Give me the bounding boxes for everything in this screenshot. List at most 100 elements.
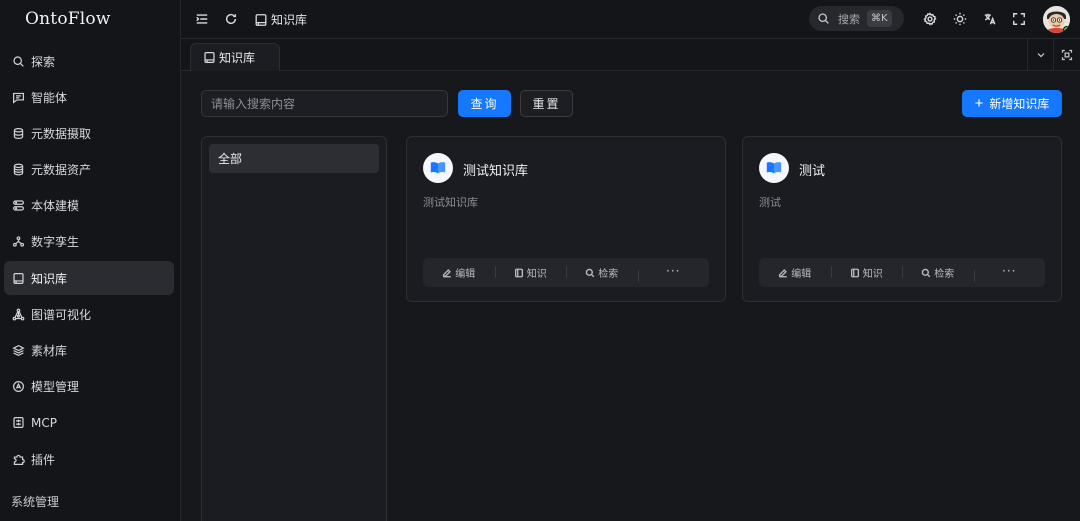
book-icon: [850, 268, 859, 277]
card-retrieve-label: 检索: [934, 269, 955, 280]
sidebar-item-plugins[interactable]: 插件: [4, 442, 174, 476]
online-status-dot: [1063, 26, 1070, 33]
card-knowledge-button[interactable]: 知识: [494, 265, 567, 280]
edit-icon: [443, 268, 452, 277]
open-book-icon: [759, 153, 789, 183]
card-retrieve-button[interactable]: 检索: [902, 265, 974, 280]
menu-fold-icon: [196, 14, 208, 24]
model-icon: [11, 380, 25, 394]
card-retrieve-button[interactable]: 检索: [566, 265, 638, 280]
refresh-button[interactable]: [223, 11, 239, 27]
tab-knowledge-base[interactable]: 知识库: [190, 43, 280, 71]
sidebar-item-digital-twin[interactable]: 数字孪生: [4, 225, 174, 259]
card-more-button[interactable]: ···: [973, 265, 1046, 282]
tab-maximize-button[interactable]: [1053, 39, 1079, 71]
server-icon: [11, 416, 25, 430]
sidebar-item-label: 本体建模: [31, 199, 80, 214]
sidebar-item-materials[interactable]: 素材库: [4, 334, 174, 368]
search-icon: [11, 54, 25, 68]
user-avatar[interactable]: [1043, 6, 1070, 33]
sidebar-item-graph-visualization[interactable]: 图谱可视化: [4, 297, 174, 331]
card-edit-label: 编辑: [791, 269, 812, 280]
knowledge-base-card[interactable]: 测试 测试 编辑 知识 检索 ···: [742, 136, 1062, 302]
card-more-button[interactable]: ···: [637, 265, 710, 282]
more-icon: ···: [666, 263, 681, 278]
message-square-icon: [11, 90, 25, 104]
global-search-label: 搜索: [838, 12, 860, 26]
puzzle-icon: [11, 452, 25, 466]
book-icon: [255, 13, 267, 26]
refresh-icon: [225, 13, 237, 25]
card-action-bar: 编辑 知识 检索 ···: [423, 258, 709, 287]
top-header: 知识库 搜索 ⌘K: [181, 0, 1080, 39]
sidebar-item-metadata-assets[interactable]: 元数据资产: [4, 153, 174, 187]
category-item-all[interactable]: 全部: [209, 144, 379, 173]
card-retrieve-label: 检索: [598, 269, 619, 280]
gear-icon: [923, 12, 937, 26]
search-shortcut-badge: ⌘K: [867, 10, 892, 27]
database-icon: [11, 163, 25, 177]
sidebar-item-model-management[interactable]: 模型管理: [4, 370, 174, 404]
card-action-bar: 编辑 知识 检索 ···: [759, 258, 1045, 287]
focus-frame-icon: [1061, 49, 1072, 61]
menu-toggle-button[interactable]: [194, 11, 210, 27]
add-knowledge-base-label: 新增知识库: [989, 97, 1050, 111]
sidebar-item-label: 插件: [31, 452, 56, 467]
sidebar-item-label: 智能体: [31, 90, 68, 105]
sidebar: OntoFlow 探索 智能体 元数据摄取 元数据资产 本体建模 数字孪生 知识…: [0, 0, 181, 521]
global-search-button[interactable]: 搜索 ⌘K: [809, 6, 904, 31]
sidebar-item-label: 数字孪生: [31, 235, 80, 250]
edit-icon: [779, 268, 788, 277]
card-description: 测试知识库: [423, 196, 478, 209]
knowledge-base-card[interactable]: 测试知识库 测试知识库 编辑 知识 检索 ···: [406, 136, 726, 302]
card-edit-button[interactable]: 编辑: [759, 265, 831, 280]
settings-button[interactable]: [922, 11, 938, 27]
sidebar-item-label: 探索: [31, 54, 56, 69]
breadcrumb-label: 知识库: [271, 13, 308, 27]
book-icon: [204, 52, 215, 63]
sidebar-item-label: 素材库: [31, 344, 68, 358]
app-logo[interactable]: OntoFlow: [25, 9, 111, 29]
sidebar-item-label: 知识库: [31, 271, 68, 286]
tab-dropdown-button[interactable]: [1027, 39, 1053, 71]
search-icon: [585, 268, 595, 277]
fullscreen-button[interactable]: [1011, 11, 1027, 27]
sidebar-item-metadata-ingest[interactable]: 元数据摄取: [4, 116, 174, 150]
fullscreen-icon: [1013, 13, 1025, 25]
card-title: 测试知识库: [463, 164, 529, 179]
sidebar-nav: 探索 智能体 元数据摄取 元数据资产 本体建模 数字孪生 知识库 图谱可视化 素…: [4, 44, 174, 478]
node-tree-icon: [11, 235, 25, 249]
database-import-icon: [11, 126, 25, 140]
query-button[interactable]: 查询: [458, 90, 511, 117]
stack-icon: [11, 344, 25, 358]
chevron-down-icon: [1037, 53, 1044, 58]
language-button[interactable]: [982, 11, 998, 27]
more-icon: ···: [1002, 263, 1017, 278]
card-knowledge-button[interactable]: 知识: [830, 265, 903, 280]
card-knowledge-label: 知识: [862, 269, 883, 280]
sidebar-item-mcp[interactable]: MCP: [4, 406, 174, 440]
card-edit-button[interactable]: 编辑: [423, 265, 495, 280]
tab-label: 知识库: [219, 51, 256, 65]
theme-toggle-button[interactable]: [952, 11, 968, 27]
sidebar-item-agents[interactable]: 智能体: [4, 80, 174, 114]
sidebar-item-explore[interactable]: 探索: [4, 44, 174, 78]
add-knowledge-base-button[interactable]: + 新增知识库: [962, 90, 1062, 117]
sidebar-item-label: MCP: [31, 415, 57, 430]
sidebar-item-knowledge-base[interactable]: 知识库: [4, 261, 174, 296]
sun-icon: [953, 12, 967, 26]
sidebar-item-label: 模型管理: [31, 380, 80, 395]
breadcrumb[interactable]: 知识库: [254, 11, 307, 28]
card-edit-label: 编辑: [455, 269, 476, 280]
layers-model-icon: [11, 199, 25, 213]
book-icon: [514, 268, 523, 277]
tab-bar: 知识库: [181, 39, 1080, 71]
sidebar-section-system[interactable]: 系统管理: [11, 493, 59, 510]
search-icon: [818, 13, 829, 24]
book-icon: [11, 271, 25, 285]
card-knowledge-label: 知识: [526, 269, 547, 280]
sidebar-item-label: 元数据资产: [31, 163, 92, 178]
search-input[interactable]: [201, 90, 448, 117]
reset-button[interactable]: 重置: [520, 90, 573, 117]
sidebar-item-ontology[interactable]: 本体建模: [4, 189, 174, 223]
